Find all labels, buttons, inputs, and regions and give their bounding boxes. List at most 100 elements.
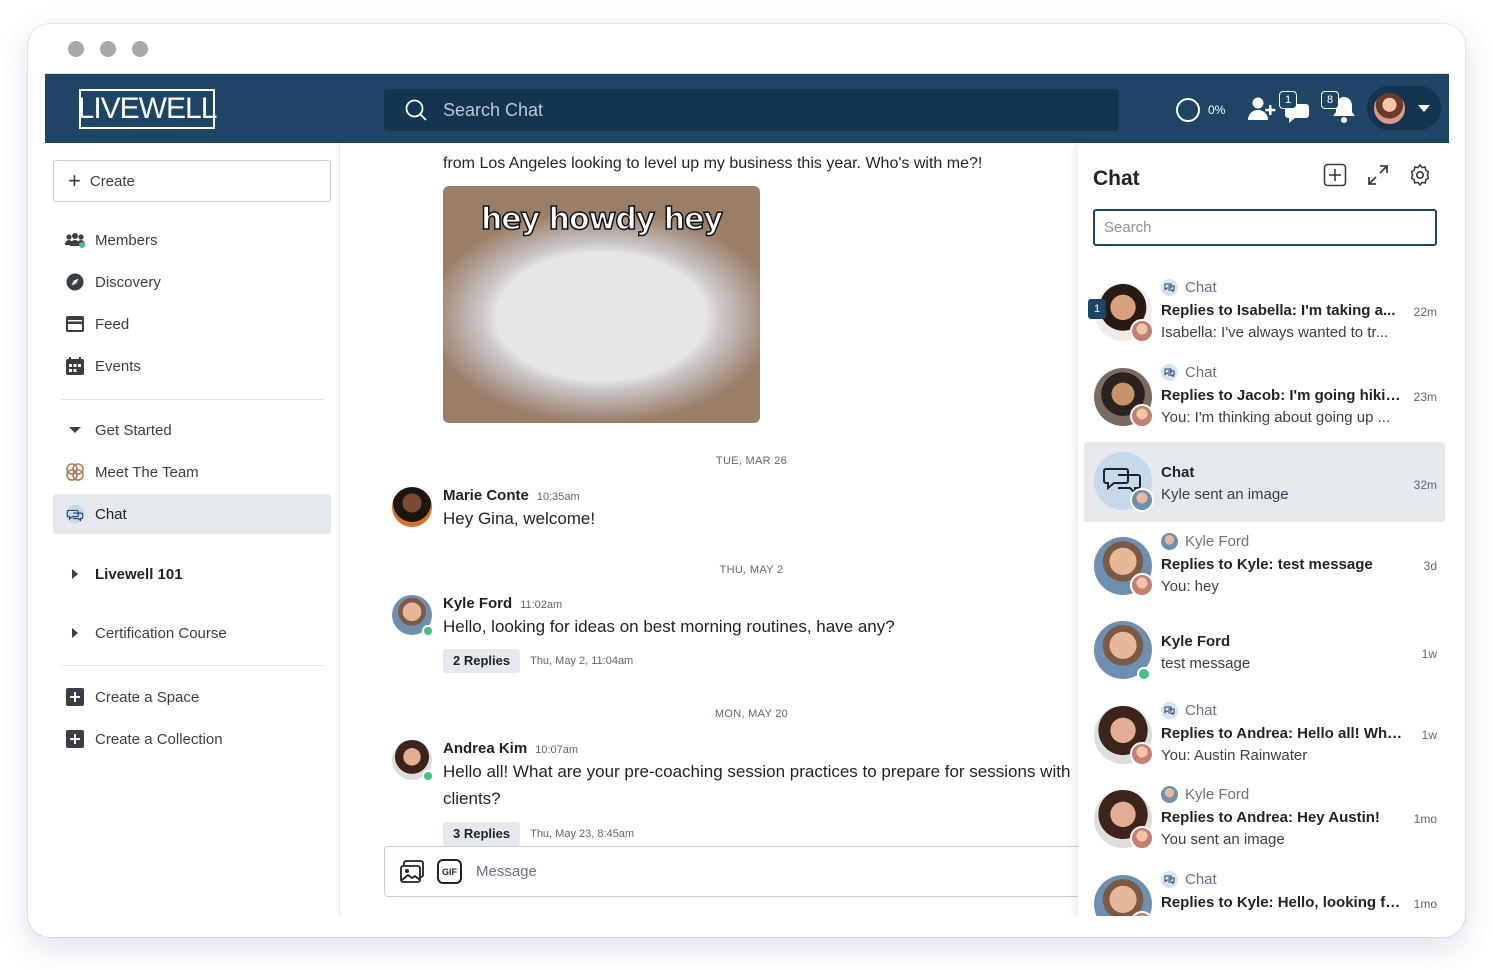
conversation-age: 1mo xyxy=(1413,897,1437,911)
sidebar-item-label: Feed xyxy=(95,315,130,333)
team-icon xyxy=(65,462,85,482)
app: LIVEWELL Search Chat 0% 1 8 + Create Mem… xyxy=(45,73,1449,916)
create-button[interactable]: + Create xyxy=(53,160,331,202)
sub-avatar xyxy=(1130,319,1154,343)
conversation-item[interactable]: Chat Replies to Andrea: Hello all! What.… xyxy=(1084,696,1445,776)
conversation-item[interactable]: 1 Chat Replies to Isabella: I'm taking a… xyxy=(1084,273,1445,353)
feed-icon xyxy=(65,314,85,334)
conversation-age: 23m xyxy=(1413,390,1437,404)
caret-down-icon xyxy=(65,420,85,440)
message-author[interactable]: Andrea Kim 10:07am xyxy=(443,740,578,757)
unread-badge: 1 xyxy=(1088,299,1106,319)
caret-right-icon xyxy=(65,564,85,584)
replies-link[interactable]: 3 Replies Thu, May 23, 8:45am xyxy=(443,822,634,846)
livewell-logo[interactable]: LIVEWELL xyxy=(78,89,217,129)
conversation-age: 1w xyxy=(1421,728,1437,742)
new-chat-icon[interactable] xyxy=(1323,163,1347,187)
top-bar: LIVEWELL Search Chat 0% 1 8 xyxy=(45,74,1449,143)
conversation-source: Chat xyxy=(1161,871,1217,888)
conversation-title: Replies to Jacob: I'm going hiking... xyxy=(1161,387,1405,404)
sidebar-item-label: Chat xyxy=(95,505,127,523)
sidebar-item-livewell-101[interactable]: Livewell 101 xyxy=(53,554,331,594)
conversation-item[interactable]: Chat Replies to Jacob: I'm going hiking.… xyxy=(1084,358,1445,438)
sub-avatar xyxy=(1130,826,1154,850)
sidebar-item-chat[interactable]: Chat xyxy=(53,494,331,534)
online-indicator xyxy=(422,770,434,782)
progress-indicator[interactable]: 0% xyxy=(1176,98,1225,122)
gif-button[interactable]: GIF xyxy=(437,859,462,884)
sidebar-divider xyxy=(61,399,325,400)
chat-bubbles-icon xyxy=(1161,279,1178,296)
user-avatar[interactable] xyxy=(1372,91,1407,126)
chat-bubbles-icon xyxy=(1161,702,1178,719)
conversation-source: Kyle Ford xyxy=(1161,533,1249,550)
sidebar-item-create-collection[interactable]: Create a Collection xyxy=(53,719,331,759)
date-separator: TUE, MAR 26 xyxy=(715,455,788,467)
panel-search-input[interactable]: Search xyxy=(1093,209,1437,246)
progress-label: 0% xyxy=(1208,103,1226,117)
gear-icon[interactable] xyxy=(1408,163,1432,187)
conversation-source: Kyle Ford xyxy=(1161,786,1249,803)
date-separator: THU, MAY 2 xyxy=(719,564,784,576)
avatar[interactable] xyxy=(392,487,432,527)
message-input[interactable]: Message xyxy=(476,863,537,880)
compass-icon xyxy=(65,272,85,292)
sidebar-item-label: Certification Course xyxy=(95,624,227,642)
window-dot-icon[interactable] xyxy=(100,41,116,57)
sidebar-item-create-space[interactable]: Create a Space xyxy=(53,677,331,717)
window-dot-icon[interactable] xyxy=(68,41,84,57)
sidebar-item-events[interactable]: Events xyxy=(53,346,331,386)
message-text: Hey Gina, welcome! xyxy=(443,509,596,528)
sidebar-item-feed[interactable]: Feed xyxy=(53,304,331,344)
sub-avatar xyxy=(1130,488,1154,512)
sidebar-item-label: Members xyxy=(95,231,158,249)
conversation-preview: test message xyxy=(1161,655,1251,672)
sidebar-item-members[interactable]: Members xyxy=(53,220,331,260)
replies-count[interactable]: 2 Replies xyxy=(443,649,521,673)
conversation-item[interactable]: Kyle Ford Replies to Kyle: test message … xyxy=(1084,527,1445,607)
mini-avatar xyxy=(1161,533,1178,550)
expand-icon[interactable] xyxy=(1366,163,1390,187)
message-author[interactable]: Kyle Ford 11:02am xyxy=(443,595,562,612)
sidebar-item-get-started[interactable]: Get Started xyxy=(53,410,331,450)
replies-time: Thu, May 23, 8:45am xyxy=(530,828,635,840)
search-chat-bar[interactable]: Search Chat xyxy=(384,89,1119,131)
add-friend-icon[interactable] xyxy=(1245,92,1279,126)
search-placeholder: Search Chat xyxy=(443,99,544,120)
conversation-title: Kyle Ford xyxy=(1161,633,1231,650)
chevron-down-icon[interactable] xyxy=(1418,105,1430,112)
date-separator: MON, MAY 20 xyxy=(714,708,789,720)
caret-right-icon xyxy=(65,623,85,643)
conversation-source: Chat xyxy=(1161,364,1217,381)
sub-avatar xyxy=(1130,742,1154,766)
sidebar-item-discovery[interactable]: Discovery xyxy=(53,262,331,302)
sidebar-item-label: Discovery xyxy=(95,273,161,291)
gif-image[interactable]: hey howdy hey xyxy=(443,186,760,423)
conversation-item[interactable]: Chat Replies to Kyle: Hello, looking for… xyxy=(1084,865,1445,916)
window-dot-icon[interactable] xyxy=(132,41,148,57)
mini-avatar xyxy=(1161,786,1178,803)
image-upload-icon[interactable] xyxy=(399,859,425,885)
message-author[interactable]: Marie Conte 10:35am xyxy=(443,487,580,504)
progress-ring-icon xyxy=(1176,98,1200,122)
search-icon xyxy=(405,99,427,121)
conversation-title: Replies to Kyle: Hello, looking for ... xyxy=(1161,894,1405,911)
conversation-item[interactable]: Chat Kyle sent an image 32m xyxy=(1084,442,1445,522)
conversation-age: 1w xyxy=(1421,647,1437,661)
replies-count[interactable]: 3 Replies xyxy=(443,822,521,846)
sidebar-item-label: Create a Space xyxy=(95,688,200,706)
message-composer[interactable]: GIF Message xyxy=(384,846,1084,897)
chat-panel: Chat Search 1 Chat Replies to Isabella: … xyxy=(1078,143,1449,916)
conversation-age: 3d xyxy=(1423,559,1437,573)
online-indicator xyxy=(422,625,434,637)
conversation-title: Replies to Andrea: Hey Austin! xyxy=(1161,809,1380,826)
conversation-age: 22m xyxy=(1413,305,1437,319)
replies-link[interactable]: 2 Replies Thu, May 2, 11:04am xyxy=(443,649,633,673)
conversation-preview: You: hey xyxy=(1161,578,1219,595)
message-time: 11:02am xyxy=(520,599,563,611)
conversation-item[interactable]: Kyle Ford Replies to Andrea: Hey Austin!… xyxy=(1084,780,1445,860)
sidebar-item-certification-course[interactable]: Certification Course xyxy=(53,613,331,653)
conversation-item[interactable]: Kyle Ford test message 1w xyxy=(1084,611,1445,691)
conversation-title: Replies to Kyle: test message xyxy=(1161,556,1373,573)
sidebar-item-meet-the-team[interactable]: Meet The Team xyxy=(53,452,331,492)
